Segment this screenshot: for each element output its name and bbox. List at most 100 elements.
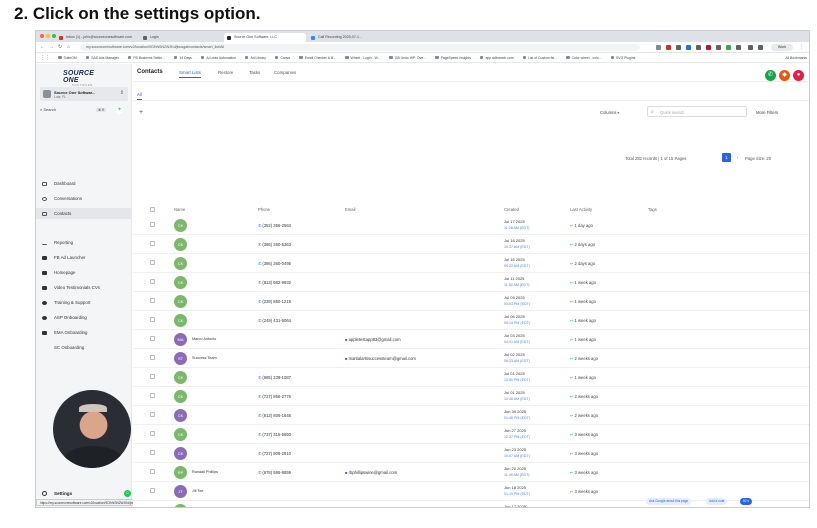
close-window-button[interactable] bbox=[40, 34, 44, 38]
browser-tab-call-recording[interactable]: Call Recording 2025-07-1... bbox=[308, 33, 390, 42]
pagination-next-icon[interactable]: › bbox=[733, 153, 742, 162]
contact-phone[interactable]: ✆ (678) 595-9859 bbox=[258, 470, 291, 475]
contact-phone[interactable]: ✆ (813) 682-9932 bbox=[258, 280, 291, 285]
sidebar-search[interactable]: ⌕ Search ⌘ K bbox=[40, 107, 112, 116]
sidebar-item-ema-onboarding[interactable]: EMA Onboarding bbox=[36, 327, 132, 338]
table-row[interactable]: ⋮ ST Success Team ■ martialartssuccessteam@… bbox=[133, 349, 809, 368]
drag-handle-icon[interactable]: ⋮ bbox=[143, 355, 147, 360]
bookmark-item[interactable]: 14 Days bbox=[173, 56, 192, 60]
apps-icon[interactable]: ⋮⋮ bbox=[40, 55, 50, 61]
brand-logo[interactable]: SOURCE ONE SOFTWARE bbox=[63, 70, 103, 87]
pagination-current[interactable]: 1 bbox=[722, 153, 731, 162]
table-row[interactable]: ⋮ CK ✆ (249) 431-5064 Jul 06 2025 09:14 PM (… bbox=[133, 311, 809, 330]
minimize-window-button[interactable] bbox=[46, 34, 50, 38]
table-row[interactable]: ⋮ CK ✆ (386) 260-0495 Jul 16 2025 09:22 AM (… bbox=[133, 254, 809, 273]
sidebar-item-dashboard[interactable]: Dashboard bbox=[36, 178, 132, 189]
columns-button[interactable]: Columns bbox=[600, 110, 619, 115]
contact-email[interactable]: ■ rbphillipswine@gmail.com bbox=[345, 470, 397, 475]
contact-phone[interactable]: ✆ (249) 431-5064 bbox=[258, 318, 291, 323]
row-checkbox[interactable] bbox=[150, 450, 155, 455]
row-checkbox[interactable] bbox=[150, 374, 155, 379]
bookmark-item[interactable]: app.adbranch.com bbox=[479, 56, 514, 60]
drag-handle-icon[interactable]: ⋮ bbox=[143, 450, 147, 455]
header-email[interactable]: Email bbox=[345, 207, 355, 212]
drag-handle-icon[interactable]: ⋮ bbox=[143, 412, 147, 417]
row-checkbox[interactable] bbox=[150, 507, 155, 508]
row-checkbox[interactable] bbox=[150, 431, 155, 436]
row-checkbox[interactable] bbox=[150, 241, 155, 246]
address-bar[interactable]: my.sourceonesoftware.com/v2/location/9Cf… bbox=[80, 44, 640, 51]
row-checkbox[interactable] bbox=[150, 393, 155, 398]
back-icon[interactable]: ← bbox=[40, 44, 45, 50]
table-row[interactable]: ⋮ RP Randall Phillips ✆ (678) 595-9859 ■ rbp… bbox=[133, 463, 809, 482]
bookmark-item[interactable]: Email Checker & B... bbox=[299, 56, 336, 60]
drag-handle-icon[interactable]: ⋮ bbox=[143, 222, 147, 227]
contact-phone[interactable]: ✆ (239) 860-1219 bbox=[258, 299, 291, 304]
contact-phone[interactable]: ✆ (386) 260-0495 bbox=[258, 261, 291, 266]
table-row[interactable]: ⋮ CK ✆ (813) 806-1645 Jun 30 2025 01:46 PM (… bbox=[133, 406, 809, 425]
row-checkbox[interactable] bbox=[150, 317, 155, 322]
sidepanel-icon[interactable] bbox=[748, 45, 753, 50]
extension-icon[interactable] bbox=[726, 45, 731, 50]
contact-name[interactable]: Jill Tee bbox=[192, 489, 204, 493]
menu-dots-icon[interactable]: ⋮ bbox=[799, 44, 804, 50]
bookmark-item[interactable]: FB Business Settin... bbox=[127, 56, 165, 60]
quick-add-button[interactable]: + bbox=[116, 107, 123, 114]
table-row[interactable]: ⋮ CK ✆ (386) 260-5363 Jul 16 2025 10:37 AM (… bbox=[133, 235, 809, 254]
sidebar-item-asp-onboarding[interactable]: ASP Onboarding bbox=[36, 312, 132, 323]
row-checkbox[interactable] bbox=[150, 355, 155, 360]
extension-icon[interactable] bbox=[676, 45, 681, 50]
row-checkbox[interactable] bbox=[150, 260, 155, 265]
sidebar-item-video-testimonials[interactable]: Video Testimonials CVs bbox=[36, 282, 132, 293]
drag-handle-icon[interactable]: ⋮ bbox=[143, 260, 147, 265]
sidebar-item-homepage[interactable]: Homepage bbox=[36, 267, 132, 278]
tab-tasks[interactable]: Tasks bbox=[249, 70, 260, 75]
quick-search-input[interactable]: Quick search bbox=[647, 106, 747, 118]
tab-companies[interactable]: Companies bbox=[274, 70, 296, 75]
header-created[interactable]: Created bbox=[504, 207, 519, 212]
row-checkbox[interactable] bbox=[150, 469, 155, 474]
home-icon[interactable]: ⌂ bbox=[67, 44, 70, 50]
table-row[interactable]: ⋮ CK ✆ (813) 682-9932 Jul 11 2025 11:52 AM (… bbox=[133, 273, 809, 292]
drag-handle-icon[interactable]: ⋮ bbox=[143, 279, 147, 284]
header-phone[interactable]: Phone bbox=[258, 207, 270, 212]
drag-handle-icon[interactable]: ⋮ bbox=[143, 507, 147, 508]
forward-icon[interactable]: → bbox=[49, 44, 54, 50]
row-checkbox[interactable] bbox=[150, 412, 155, 417]
more-filters-button[interactable]: More Filters bbox=[756, 110, 778, 115]
add-note-button[interactable]: Add a note bbox=[706, 498, 728, 505]
drag-handle-icon[interactable]: ⋮ bbox=[143, 431, 147, 436]
browser-tab-login[interactable]: Login bbox=[140, 33, 222, 42]
bookmark-item[interactable]: SuiteOM bbox=[58, 56, 77, 60]
drag-handle-icon[interactable]: ⋮ bbox=[143, 317, 147, 322]
row-checkbox[interactable] bbox=[150, 488, 155, 493]
extension-icon[interactable] bbox=[656, 45, 661, 50]
table-row[interactable]: ⋮ CK ✆ (727) 808-2910 Jun 23 2025 10:07 AM (… bbox=[133, 444, 809, 463]
row-checkbox[interactable] bbox=[150, 222, 155, 227]
contact-phone[interactable]: ✆ (727) 856-2776 bbox=[258, 394, 291, 399]
sidebar-item-training-support[interactable]: Training & Support bbox=[36, 297, 132, 308]
profile-button[interactable]: Work bbox=[771, 44, 793, 51]
sidebar-item-fb-ad-launcher[interactable]: FB Ad Launcher bbox=[36, 252, 132, 263]
table-row[interactable]: ⋮ CK ✆ (352) 356-2563 Jul 17 2025 11:28 AM (… bbox=[133, 216, 809, 235]
drag-handle-icon[interactable]: ⋮ bbox=[143, 241, 147, 246]
all-bookmarks-button[interactable]: All Bookmarks bbox=[785, 56, 807, 60]
sidebar-item-sc-onboarding[interactable]: SC Onboarding bbox=[36, 342, 132, 353]
table-row[interactable]: ⋮ CK ✆ (737) 315-5650 Jun 27 2025 12:37 PM (… bbox=[133, 425, 809, 444]
smart-list-all[interactable]: All bbox=[137, 92, 142, 100]
header-name[interactable]: Name bbox=[174, 207, 185, 212]
sidebar-item-settings[interactable]: Settings bbox=[36, 488, 132, 499]
reload-icon[interactable]: ↻ bbox=[58, 44, 62, 50]
ask-google-button[interactable]: Ask Google about this page bbox=[646, 498, 692, 505]
bookmark-item[interactable]: SVG Plugins bbox=[610, 56, 635, 60]
header-tags[interactable]: Tags bbox=[648, 207, 657, 212]
contact-phone[interactable]: ✆ (737) 315-5650 bbox=[258, 432, 291, 437]
sidebar-item-contacts[interactable]: Contacts bbox=[36, 208, 132, 219]
drag-handle-icon[interactable]: ⋮ bbox=[143, 336, 147, 341]
tab-smart-lists[interactable]: Smart Lists bbox=[179, 70, 201, 78]
user-menu-icon[interactable]: ● bbox=[793, 70, 804, 81]
contact-name[interactable]: Marco Antonio bbox=[192, 337, 216, 341]
table-row[interactable]: ⋮ MA Marco Antonio ■ appletestapp83@gmail.c… bbox=[133, 330, 809, 349]
bookmark-item[interactable]: AI Lead Automation bbox=[200, 56, 236, 60]
bookmark-item[interactable]: List of Custom fel... bbox=[522, 56, 557, 60]
